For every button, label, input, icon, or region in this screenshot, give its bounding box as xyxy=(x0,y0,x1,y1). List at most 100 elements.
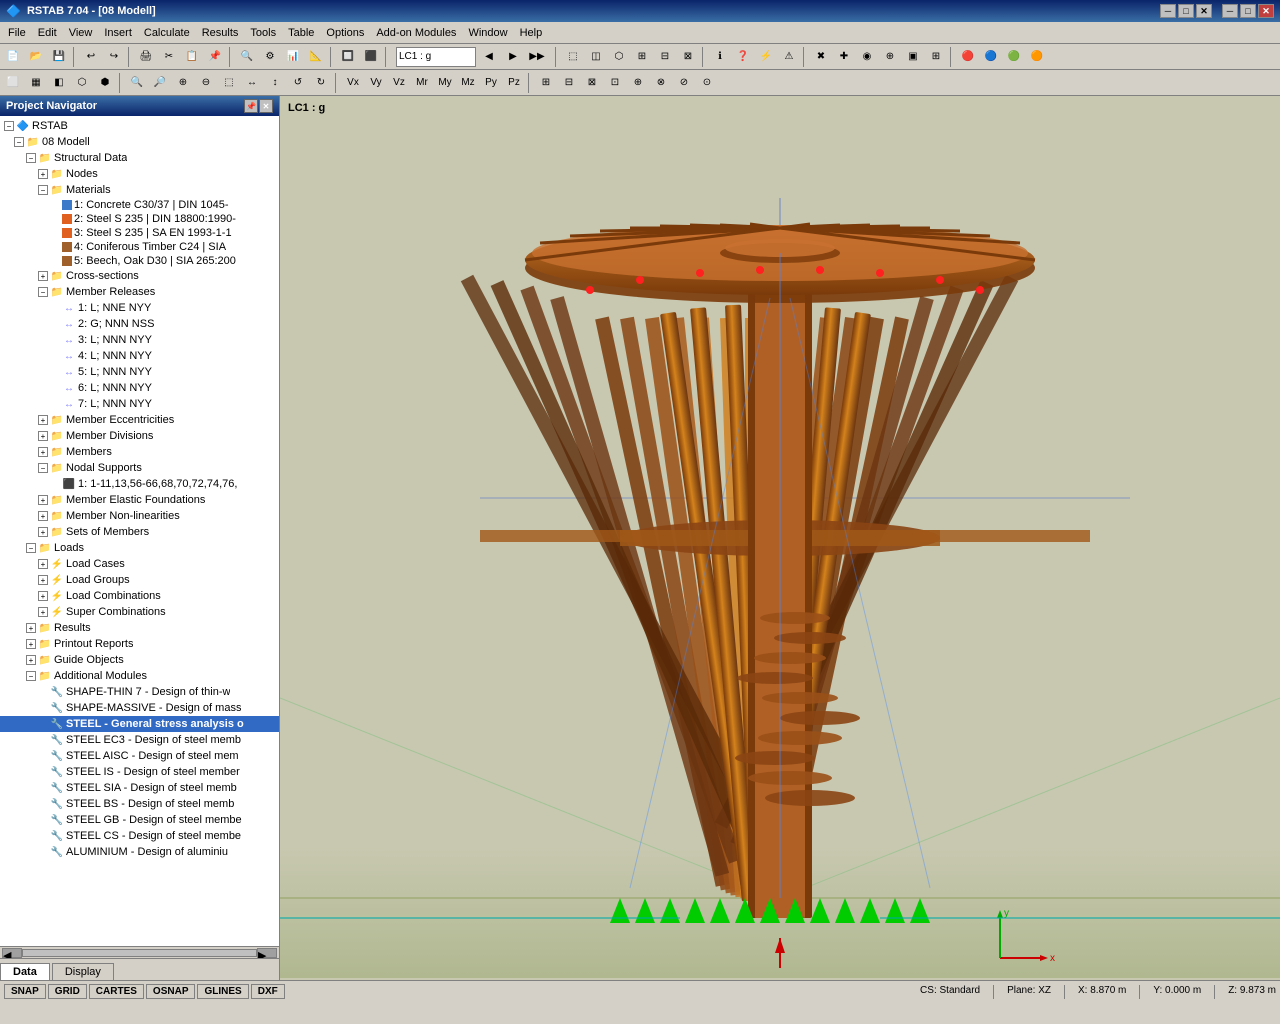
tb2-btn19[interactable]: My xyxy=(434,72,456,94)
tree-printout-reports[interactable]: + 📁 Printout Reports xyxy=(0,636,279,652)
expand-cross-sections[interactable]: + xyxy=(38,271,48,281)
panel-close-button[interactable]: ✕ xyxy=(259,99,273,113)
tree-release-1[interactable]: ↔ 1: L; NNE NYY xyxy=(0,300,279,316)
tb-btn26[interactable]: ▣ xyxy=(902,46,924,68)
tb2-btn6[interactable]: 🔍 xyxy=(126,72,148,94)
tb-btn12[interactable]: ⬚ xyxy=(562,46,584,68)
tb2-btn9[interactable]: ⊖ xyxy=(195,72,217,94)
tb-btn7[interactable]: ⚙ xyxy=(259,46,281,68)
tb-btn16[interactable]: ⊟ xyxy=(654,46,676,68)
tb2-btn27[interactable]: ⊕ xyxy=(627,72,649,94)
sub-restore-button[interactable]: □ xyxy=(1178,4,1194,18)
tb2-btn28[interactable]: ⊗ xyxy=(650,72,672,94)
tb2-btn18[interactable]: Mr xyxy=(411,72,433,94)
tb-btn21[interactable]: ⚠ xyxy=(778,46,800,68)
cartes-button[interactable]: CARTES xyxy=(89,984,144,999)
expand-elastic-foundations[interactable]: + xyxy=(38,495,48,505)
sub-close-button[interactable]: ✕ xyxy=(1196,4,1212,18)
tb2-btn3[interactable]: ◧ xyxy=(48,72,70,94)
tb-btn11[interactable]: ⬛ xyxy=(360,46,382,68)
scroll-right-btn[interactable]: ▶ xyxy=(257,948,277,958)
tree-materials[interactable]: − 📁 Materials xyxy=(0,182,279,198)
menu-tools[interactable]: Tools xyxy=(244,25,282,41)
3d-viewport[interactable]: LC1 : g xyxy=(280,96,1280,980)
undo-button[interactable]: ↩ xyxy=(80,46,102,68)
tree-model[interactable]: − 📁 08 Modell xyxy=(0,134,279,150)
print-button[interactable]: 🖨 xyxy=(135,46,157,68)
tab-display[interactable]: Display xyxy=(52,963,114,980)
expand-results[interactable]: + xyxy=(26,623,36,633)
tree-load-cases[interactable]: + ⚡ Load Cases xyxy=(0,556,279,572)
menu-window[interactable]: Window xyxy=(462,25,513,41)
tree-release-4[interactable]: ↔ 4: L; NNN NYY xyxy=(0,348,279,364)
expand-load-groups[interactable]: + xyxy=(38,575,48,585)
tb2-btn24[interactable]: ⊟ xyxy=(558,72,580,94)
tb2-btn29[interactable]: ⊘ xyxy=(673,72,695,94)
tb-btn5[interactable]: 📌 xyxy=(204,46,226,68)
grid-button[interactable]: GRID xyxy=(48,984,87,999)
glines-button[interactable]: GLINES xyxy=(197,984,248,999)
expand-loads[interactable]: − xyxy=(26,543,36,553)
tb2-btn13[interactable]: ↺ xyxy=(287,72,309,94)
tree-load-combinations[interactable]: + ⚡ Load Combinations xyxy=(0,588,279,604)
tree-loads[interactable]: − 📁 Loads xyxy=(0,540,279,556)
tree-cross-sections[interactable]: + 📁 Cross-sections xyxy=(0,268,279,284)
tb-btn14[interactable]: ⬡ xyxy=(608,46,630,68)
tree-material-5[interactable]: 5: Beech, Oak D30 | SIA 265:200 xyxy=(0,254,279,268)
tb-btn9[interactable]: 📐 xyxy=(305,46,327,68)
tb-btn4[interactable]: 📋 xyxy=(181,46,203,68)
tree-results[interactable]: + 📁 Results xyxy=(0,620,279,636)
tree-material-2[interactable]: 2: Steel S 235 | DIN 18800:1990- xyxy=(0,212,279,226)
tb2-btn7[interactable]: 🔎 xyxy=(149,72,171,94)
tb-btn29[interactable]: 🔵 xyxy=(980,46,1002,68)
expand-structural[interactable]: − xyxy=(26,153,36,163)
tree-material-4[interactable]: 4: Coniferous Timber C24 | SIA xyxy=(0,240,279,254)
sub-minimize-button[interactable]: ─ xyxy=(1160,4,1176,18)
tb-btn18[interactable]: ℹ xyxy=(709,46,731,68)
expand-guide-objects[interactable]: + xyxy=(26,655,36,665)
lc-prev[interactable]: ◀ xyxy=(478,46,500,68)
tb2-btn11[interactable]: ↔ xyxy=(241,72,263,94)
tree-material-1[interactable]: 1: Concrete C30/37 | DIN 1045- xyxy=(0,198,279,212)
tree-steel-aisc[interactable]: 🔧 STEEL AISC - Design of steel mem xyxy=(0,748,279,764)
tb2-btn17[interactable]: Vz xyxy=(388,72,410,94)
menu-calculate[interactable]: Calculate xyxy=(138,25,196,41)
tree-release-3[interactable]: ↔ 3: L; NNN NYY xyxy=(0,332,279,348)
tb2-btn12[interactable]: ↕ xyxy=(264,72,286,94)
tb-btn17[interactable]: ⊠ xyxy=(677,46,699,68)
tree-members[interactable]: + 📁 Members xyxy=(0,444,279,460)
close-button[interactable]: ✕ xyxy=(1258,4,1274,18)
tree-shape-thin[interactable]: 🔧 SHAPE-THIN 7 - Design of thin-w xyxy=(0,684,279,700)
tb2-btn8[interactable]: ⊕ xyxy=(172,72,194,94)
tree-sets-of-members[interactable]: + 📁 Sets of Members xyxy=(0,524,279,540)
redo-button[interactable]: ↪ xyxy=(103,46,125,68)
tb2-btn2[interactable]: ▦ xyxy=(25,72,47,94)
tree-structural-data[interactable]: − 📁 Structural Data xyxy=(0,150,279,166)
tb2-btn4[interactable]: ⬡ xyxy=(71,72,93,94)
tab-data[interactable]: Data xyxy=(0,963,50,980)
tree-aluminium[interactable]: 🔧 ALUMINIUM - Design of aluminiu xyxy=(0,844,279,860)
tb2-btn14[interactable]: ↻ xyxy=(310,72,332,94)
tb2-btn15[interactable]: Vx xyxy=(342,72,364,94)
dxf-button[interactable]: DXF xyxy=(251,984,285,999)
tree-guide-objects[interactable]: + 📁 Guide Objects xyxy=(0,652,279,668)
tb2-btn30[interactable]: ⊙ xyxy=(696,72,718,94)
menu-insert[interactable]: Insert xyxy=(98,25,138,41)
expand-additional-modules[interactable]: − xyxy=(26,671,36,681)
menu-table[interactable]: Table xyxy=(282,25,320,41)
tb-btn28[interactable]: 🔴 xyxy=(957,46,979,68)
expand-super-combinations[interactable]: + xyxy=(38,607,48,617)
tree-release-7[interactable]: ↔ 7: L; NNN NYY xyxy=(0,396,279,412)
new-button[interactable]: 📄 xyxy=(2,46,24,68)
menu-view[interactable]: View xyxy=(63,25,99,41)
tree-steel-ec3[interactable]: 🔧 STEEL EC3 - Design of steel memb xyxy=(0,732,279,748)
tb-btn25[interactable]: ⊕ xyxy=(879,46,901,68)
tree-nodal-support-1[interactable]: ⬛ 1: 1-11,13,56-66,68,70,72,74,76, xyxy=(0,476,279,492)
tb-btn13[interactable]: ◫ xyxy=(585,46,607,68)
expand-rstab[interactable]: − xyxy=(4,121,14,131)
expand-sets-members[interactable]: + xyxy=(38,527,48,537)
expand-members[interactable]: + xyxy=(38,447,48,457)
tree-member-elastic-foundations[interactable]: + 📁 Member Elastic Foundations xyxy=(0,492,279,508)
osnap-button[interactable]: OSNAP xyxy=(146,984,196,999)
restore-button[interactable]: □ xyxy=(1240,4,1256,18)
